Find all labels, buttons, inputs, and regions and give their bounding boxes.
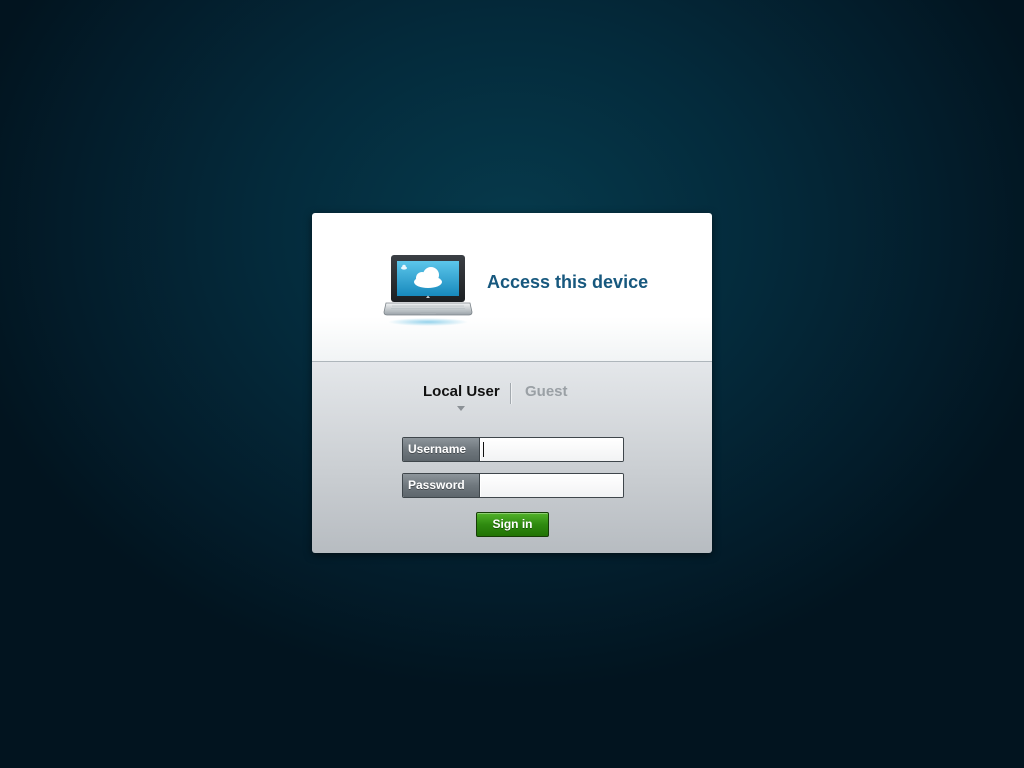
text-cursor [483, 442, 484, 457]
password-field: Password [402, 473, 624, 498]
sign-in-button[interactable]: Sign in [476, 512, 549, 537]
user-type-tabs: Local User Guest [312, 383, 712, 413]
password-label: Password [403, 474, 480, 497]
dialog-header: Access this device [312, 213, 712, 362]
tab-divider [510, 383, 512, 404]
username-field: Username [402, 437, 624, 462]
password-input[interactable] [481, 474, 623, 497]
login-dialog: Access this device Local User Guest User… [312, 213, 712, 553]
username-input[interactable] [481, 438, 623, 461]
laptop-cloud-icon [383, 255, 473, 326]
dialog-title: Access this device [487, 272, 649, 292]
login-form: Local User Guest Username Password Sign … [312, 362, 712, 553]
tab-guest[interactable]: Guest [525, 383, 568, 400]
selected-tab-indicator-icon [457, 406, 465, 411]
tab-local-user[interactable]: Local User [423, 383, 500, 400]
username-label: Username [403, 438, 480, 461]
